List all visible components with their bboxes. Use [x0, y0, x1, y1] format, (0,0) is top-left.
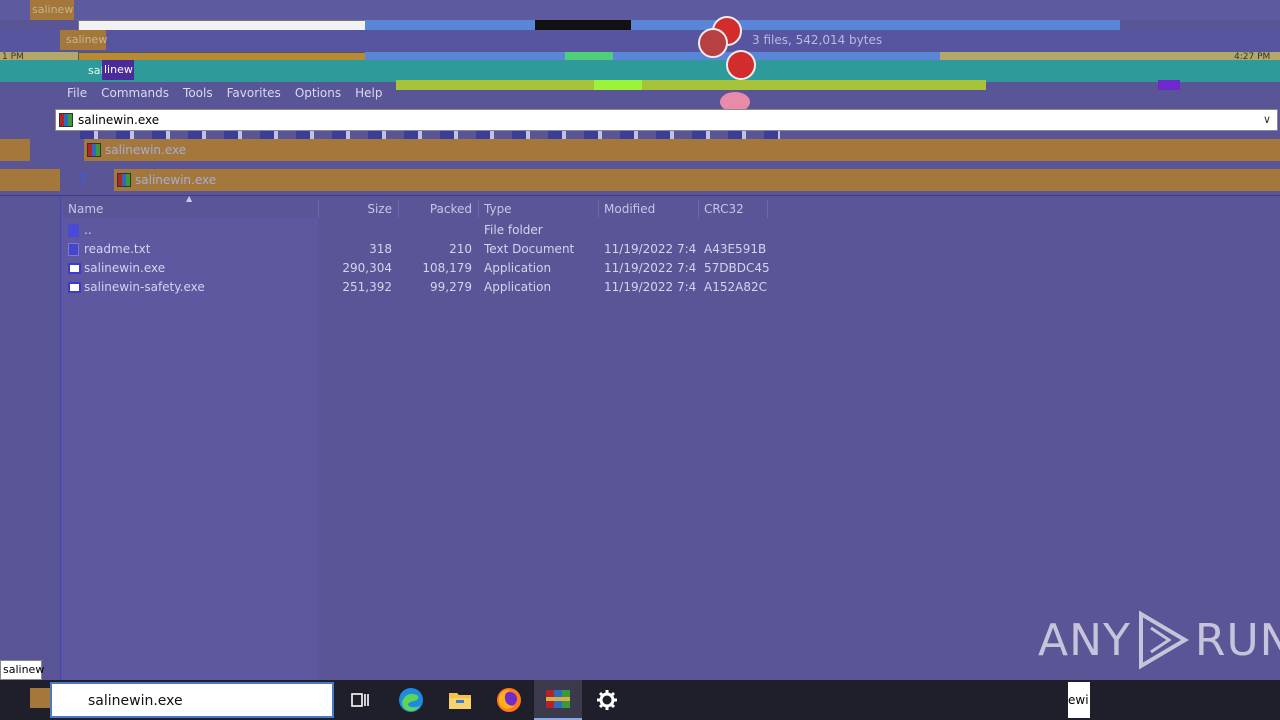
glitch-gold-1: [0, 139, 30, 161]
task-view-icon: [351, 693, 369, 707]
file-explorer-icon: [449, 693, 471, 709]
application-icon: [68, 282, 81, 293]
file-crc: A43E591B: [704, 242, 767, 256]
table-row[interactable]: salinewin.exe 290,304 108,179 Applicatio…: [62, 259, 770, 278]
anyrun-watermark: ANY RUN: [1038, 610, 1280, 670]
taskbar-search-input[interactable]: salinewin.exe: [50, 682, 334, 718]
file-type: File folder: [484, 223, 543, 237]
firefox-button[interactable]: [485, 680, 533, 720]
title-fragment-5: ewi: [1068, 682, 1090, 718]
glitch-gold-taskbar: [30, 688, 50, 708]
column-header-modified[interactable]: Modified: [604, 200, 655, 218]
application-icon: [68, 263, 81, 274]
file-modified: 11/19/2022 7:4...: [604, 280, 696, 294]
file-type: Application: [484, 280, 552, 294]
file-name: salinewin-safety.exe: [84, 280, 205, 294]
file-name: ..: [84, 223, 92, 237]
glitch-icon-strip: [80, 131, 780, 139]
glitch-band-1: [0, 0, 1280, 20]
file-name: readme.txt: [84, 242, 151, 256]
folder-up-icon: [68, 224, 79, 237]
menu-bar: File Commands Tools Favorites Options He…: [60, 84, 389, 102]
firefox-icon: [497, 688, 521, 712]
text-file-icon: [68, 243, 79, 256]
winrar-icon: [546, 690, 570, 708]
file-crc: A152A82C: [704, 280, 767, 294]
table-row[interactable]: salinewin-safety.exe 251,392 99,279 Appl…: [62, 278, 768, 297]
column-header-packed[interactable]: Packed: [398, 200, 472, 218]
chevron-down-icon[interactable]: ∨: [1263, 113, 1271, 126]
glitch-band-teal: [0, 60, 1280, 82]
title-fragment-1: salinew: [30, 0, 74, 20]
file-packed: 99,279: [430, 280, 472, 294]
file-type: Application: [484, 261, 552, 275]
column-separator: [598, 200, 599, 218]
sort-up-icon: ▲: [186, 194, 193, 203]
glitch-band-2: [0, 30, 1280, 52]
file-packed: 210: [449, 242, 472, 256]
file-packed: 108,179: [422, 261, 472, 275]
file-modified: 11/19/2022 7:4...: [604, 261, 696, 275]
glitch-block-dark: [535, 20, 631, 30]
file-list-pane: [60, 196, 61, 680]
glitch-block-neon: [594, 80, 642, 90]
edge-icon: [399, 688, 423, 712]
menu-tools[interactable]: Tools: [176, 84, 220, 102]
winrar-archive-icon: [117, 173, 131, 187]
play-logo-icon: [1138, 610, 1189, 670]
breadcrumb-2-label: salinewin.exe: [135, 173, 217, 187]
file-type: Text Document: [484, 242, 575, 256]
column-separator: [767, 200, 768, 218]
table-row[interactable]: .. File folder: [62, 221, 768, 240]
column-header-type[interactable]: Type: [484, 200, 512, 218]
glitch-block-purple: [1158, 80, 1180, 90]
error-icon: [726, 50, 756, 80]
file-size: 251,392: [342, 280, 392, 294]
file-size: 290,304: [342, 261, 392, 275]
tooltip: salinew: [0, 660, 44, 680]
edge-button[interactable]: [387, 680, 435, 720]
error-icon: [698, 28, 728, 58]
menu-file[interactable]: File: [60, 84, 94, 102]
menu-commands[interactable]: Commands: [94, 84, 176, 102]
status-text: 3 files, 542,014 bytes: [752, 33, 883, 47]
column-separator: [698, 200, 699, 218]
file-explorer-button[interactable]: [436, 680, 484, 720]
menu-options[interactable]: Options: [288, 84, 348, 102]
column-header-size[interactable]: Size: [318, 200, 392, 218]
address-bar[interactable]: salinewin.exe ∨: [55, 109, 1278, 131]
breadcrumb-1[interactable]: salinewin.exe: [84, 139, 1280, 161]
settings-icon: [597, 690, 617, 710]
title-fragment-4: linew: [102, 60, 134, 80]
column-header-crc32[interactable]: CRC32: [704, 200, 744, 218]
winrar-archive-icon: [87, 143, 101, 157]
column-header-name[interactable]: Name: [68, 200, 103, 218]
up-arrow-icon[interactable]: ↑: [74, 170, 92, 190]
file-size: 318: [369, 242, 392, 256]
glitch-block-lime: [396, 80, 986, 90]
watermark-right: RUN: [1194, 614, 1280, 666]
file-modified: 11/19/2022 7:4...: [604, 242, 696, 256]
file-name: salinewin.exe: [84, 261, 166, 275]
glitch-gold-2: [0, 169, 60, 191]
breadcrumb-2[interactable]: salinewin.exe: [114, 169, 1280, 191]
winrar-archive-icon: [59, 113, 73, 127]
table-row[interactable]: readme.txt 318 210 Text Document 11/19/2…: [62, 240, 768, 259]
glitch-block-blue: [365, 20, 1120, 30]
address-value: salinewin.exe: [78, 113, 160, 127]
watermark-left: ANY: [1038, 614, 1131, 666]
title-fragment-2: salinew: [60, 30, 107, 50]
column-separator: [478, 200, 479, 218]
winrar-button[interactable]: [534, 680, 582, 720]
menu-favorites[interactable]: Favorites: [220, 84, 288, 102]
settings-button[interactable]: [583, 680, 631, 720]
search-value: salinewin.exe: [88, 693, 183, 709]
breadcrumb-1-label: salinewin.exe: [105, 143, 187, 157]
task-view-button[interactable]: [336, 680, 384, 720]
file-crc: 57DBDC45: [704, 261, 770, 275]
menu-help[interactable]: Help: [348, 84, 389, 102]
